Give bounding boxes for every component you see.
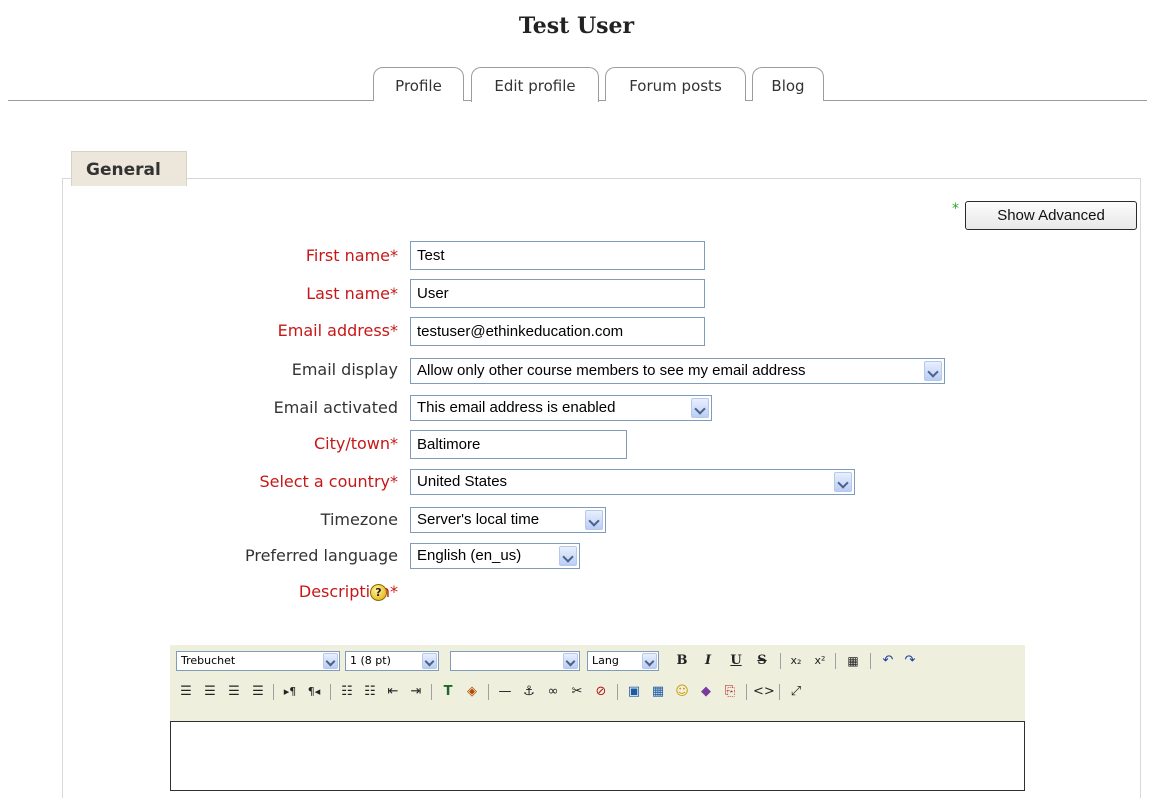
insert-table-icon[interactable]: ▦ — [648, 682, 668, 702]
insert-image-icon[interactable]: ▣ — [624, 682, 644, 702]
timezone-select[interactable]: Server's local time — [410, 507, 606, 533]
format-select[interactable] — [450, 651, 580, 671]
bullet-list-icon[interactable]: ☷ — [360, 682, 380, 702]
lang-select[interactable]: Lang — [587, 651, 659, 671]
chevron-down-icon[interactable] — [642, 653, 657, 669]
toolbar-divider — [870, 653, 871, 669]
toolbar-divider — [488, 684, 489, 700]
email-activated-select[interactable]: This email address is enabled — [410, 395, 712, 421]
italic-button[interactable]: I — [698, 651, 718, 671]
first-name-input[interactable]: Test — [410, 241, 705, 270]
advanced-marker: * — [952, 201, 959, 217]
rtl-icon[interactable]: ¶◂ — [304, 682, 324, 702]
city-input[interactable]: Baltimore — [410, 430, 627, 459]
help-icon[interactable]: ? — [370, 584, 387, 601]
subscript-icon[interactable]: x₂ — [786, 651, 806, 671]
toolbar-divider — [330, 684, 331, 700]
email-label: Email address* — [277, 321, 398, 340]
country-select[interactable]: United States — [410, 469, 855, 495]
chevron-down-icon[interactable] — [691, 398, 709, 418]
toolbar-divider — [779, 684, 780, 700]
search-replace-icon[interactable]: ⎘ — [720, 682, 740, 702]
toolbar-divider — [431, 684, 432, 700]
description-editor[interactable] — [170, 721, 1025, 791]
language-label: Preferred language — [244, 546, 398, 565]
email-activated-value: This email address is enabled — [417, 399, 616, 416]
timezone-value: Server's local time — [417, 511, 540, 528]
last-name-input[interactable]: User — [410, 279, 705, 308]
align-center-icon[interactable]: ☰ — [200, 682, 220, 702]
chevron-down-icon[interactable] — [559, 546, 577, 566]
outdent-icon[interactable]: ⇤ — [383, 682, 403, 702]
chevron-down-icon[interactable] — [585, 510, 603, 530]
toolbar-divider — [617, 684, 618, 700]
tab-forum-posts[interactable]: Forum posts — [605, 67, 746, 101]
horizontal-rule-icon[interactable]: — — [495, 682, 515, 702]
city-label: City/town* — [313, 434, 398, 453]
anchor-icon[interactable]: ⚓ — [519, 682, 539, 702]
text-color-icon[interactable]: T — [438, 682, 458, 702]
fullscreen-icon[interactable]: ⤢ — [786, 682, 806, 702]
lang-value: Lang — [592, 654, 619, 667]
chevron-down-icon[interactable] — [422, 653, 437, 669]
email-activated-label: Email activated — [273, 398, 398, 417]
background-color-icon[interactable]: ◈ — [462, 682, 482, 702]
superscript-icon[interactable]: x² — [810, 651, 830, 671]
chevron-down-icon[interactable] — [924, 361, 942, 381]
fieldset-legend: General — [71, 151, 187, 186]
special-char-icon[interactable]: ◆ — [696, 682, 716, 702]
link-icon[interactable]: ∞ — [543, 682, 563, 702]
tab-profile[interactable]: Profile — [373, 67, 464, 101]
email-display-label: Email display — [291, 360, 398, 379]
redo-icon[interactable]: ↷ — [900, 651, 920, 671]
html-source-icon[interactable]: <> — [753, 682, 775, 702]
strikethrough-button[interactable]: S — [752, 651, 772, 671]
undo-icon[interactable]: ↶ — [878, 651, 898, 671]
ltr-icon[interactable]: ▸¶ — [280, 682, 300, 702]
unlink-icon[interactable]: ✂ — [567, 682, 587, 702]
nolink-icon[interactable]: ⊘ — [591, 682, 611, 702]
underline-button[interactable]: U — [726, 651, 746, 671]
page-title: Test User — [518, 13, 635, 39]
justify-icon[interactable]: ☰ — [248, 682, 268, 702]
last-name-label: Last name* — [306, 284, 398, 303]
toolbar-divider — [780, 653, 781, 669]
chevron-down-icon[interactable] — [323, 653, 338, 669]
chevron-down-icon[interactable] — [834, 472, 852, 492]
toolbar-divider — [835, 653, 836, 669]
country-label: Select a country* — [259, 472, 398, 491]
bold-button[interactable]: B — [672, 651, 692, 671]
email-display-select[interactable]: Allow only other course members to see m… — [410, 358, 945, 384]
font-family-select[interactable]: Trebuchet — [176, 651, 340, 671]
align-left-icon[interactable]: ☰ — [176, 682, 196, 702]
first-name-label: First name* — [305, 246, 398, 265]
country-value: United States — [417, 473, 508, 490]
tab-edit-profile[interactable]: Edit profile — [471, 67, 599, 102]
timezone-label: Timezone — [320, 510, 398, 529]
chevron-down-icon[interactable] — [563, 653, 578, 669]
clean-word-icon[interactable]: ▦ — [843, 651, 863, 671]
align-right-icon[interactable]: ☰ — [224, 682, 244, 702]
profile-tabs: Profile Edit profile Forum posts Blog — [0, 67, 1153, 103]
toolbar-divider — [746, 684, 747, 700]
smiley-icon[interactable]: ☺ — [672, 682, 692, 702]
email-display-value: Allow only other course members to see m… — [417, 362, 806, 379]
toolbar-divider — [273, 684, 274, 700]
editor-toolbar: Trebuchet 1 (8 pt) Lang B I U S x₂ x² ▦ … — [170, 645, 1025, 721]
font-size-value: 1 (8 pt) — [350, 654, 391, 667]
language-select[interactable]: English (en_us) — [410, 543, 580, 569]
font-size-select[interactable]: 1 (8 pt) — [345, 651, 439, 671]
tab-blog[interactable]: Blog — [752, 67, 824, 101]
show-advanced-button[interactable]: Show Advanced — [965, 201, 1137, 230]
numbered-list-icon[interactable]: ☷ — [337, 682, 357, 702]
indent-icon[interactable]: ⇥ — [406, 682, 426, 702]
font-family-value: Trebuchet — [181, 654, 236, 667]
language-value: English (en_us) — [417, 547, 522, 564]
email-input[interactable]: testuser@ethinkeducation.com — [410, 317, 705, 346]
